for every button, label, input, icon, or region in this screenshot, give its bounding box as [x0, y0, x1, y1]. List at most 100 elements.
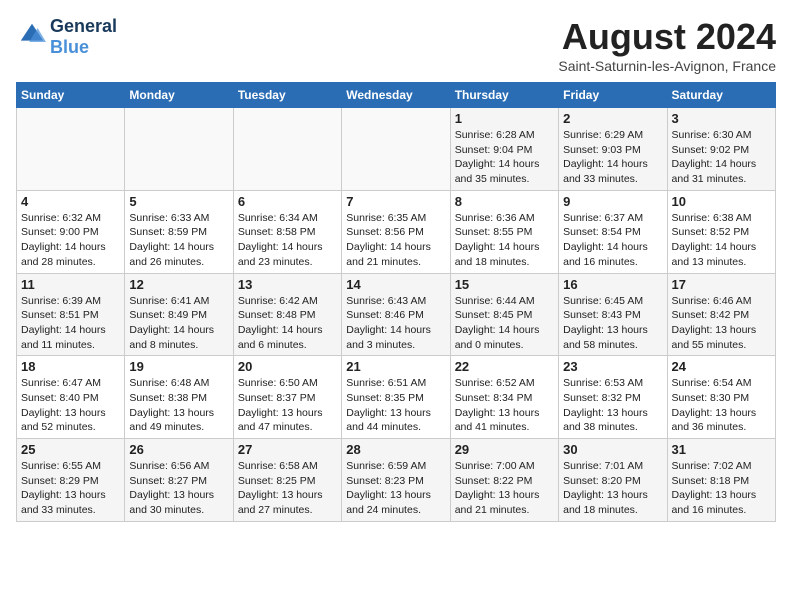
empty-cell	[125, 108, 233, 191]
day-info: Sunrise: 6:44 AMSunset: 8:45 PMDaylight:…	[455, 294, 554, 353]
day-number: 12	[129, 277, 228, 292]
day-number: 29	[455, 442, 554, 457]
day-info: Sunrise: 6:34 AMSunset: 8:58 PMDaylight:…	[238, 211, 337, 270]
calendar-day-21: 21 Sunrise: 6:51 AMSunset: 8:35 PMDayligh…	[342, 356, 450, 439]
day-info: Sunrise: 6:30 AMSunset: 9:02 PMDaylight:…	[672, 128, 771, 187]
day-number: 24	[672, 359, 771, 374]
day-number: 26	[129, 442, 228, 457]
calendar-week-row: 25 Sunrise: 6:55 AMSunset: 8:29 PMDayligh…	[17, 439, 776, 522]
day-info: Sunrise: 6:39 AMSunset: 8:51 PMDaylight:…	[21, 294, 120, 353]
day-number: 7	[346, 194, 445, 209]
empty-cell	[342, 108, 450, 191]
day-info: Sunrise: 6:55 AMSunset: 8:29 PMDaylight:…	[21, 459, 120, 518]
calendar-day-9: 9Sunrise: 6:37 AMSunset: 8:54 PMDaylight…	[559, 190, 667, 273]
calendar-day-27: 27Sunrise: 6:58 AMSunset: 8:25 PMDayligh…	[233, 439, 341, 522]
calendar-day-6: 6 Sunrise: 6:34 AMSunset: 8:58 PMDaylight…	[233, 190, 341, 273]
calendar-table: SundayMondayTuesdayWednesdayThursdayFrid…	[16, 82, 776, 522]
calendar-subtitle: Saint-Saturnin-les-Avignon, France	[558, 58, 776, 74]
calendar-day-23: 23 Sunrise: 6:53 AMSunset: 8:32 PMDayligh…	[559, 356, 667, 439]
day-info: Sunrise: 6:43 AMSunset: 8:46 PMDaylight:…	[346, 294, 445, 353]
calendar-day-1: 1 Sunrise: 6:28 AMSunset: 9:04 PMDaylight…	[450, 108, 558, 191]
day-number: 1	[455, 111, 554, 126]
day-number: 28	[346, 442, 445, 457]
calendar-day-20: 20Sunrise: 6:50 AMSunset: 8:37 PMDayligh…	[233, 356, 341, 439]
day-info: Sunrise: 6:47 AMSunset: 8:40 PMDaylight:…	[21, 376, 120, 435]
day-number: 5	[129, 194, 228, 209]
day-header-wednesday: Wednesday	[342, 83, 450, 108]
calendar-day-5: 5 Sunrise: 6:33 AMSunset: 8:59 PMDaylight…	[125, 190, 233, 273]
day-info: Sunrise: 6:28 AMSunset: 9:04 PMDaylight:…	[455, 128, 554, 187]
calendar-day-7: 7 Sunrise: 6:35 AMSunset: 8:56 PMDaylight…	[342, 190, 450, 273]
calendar-day-3: 3 Sunrise: 6:30 AMSunset: 9:02 PMDaylight…	[667, 108, 775, 191]
day-header-friday: Friday	[559, 83, 667, 108]
day-info: Sunrise: 6:36 AMSunset: 8:55 PMDaylight:…	[455, 211, 554, 270]
title-area: August 2024 Saint-Saturnin-les-Avignon, …	[558, 16, 776, 74]
day-info: Sunrise: 6:29 AMSunset: 9:03 PMDaylight:…	[563, 128, 662, 187]
day-number: 21	[346, 359, 445, 374]
day-number: 8	[455, 194, 554, 209]
day-header-sunday: Sunday	[17, 83, 125, 108]
day-number: 19	[129, 359, 228, 374]
calendar-day-31: 31 Sunrise: 7:02 AMSunset: 8:18 PMDayligh…	[667, 439, 775, 522]
day-info: Sunrise: 6:33 AMSunset: 8:59 PMDaylight:…	[129, 211, 228, 270]
day-header-saturday: Saturday	[667, 83, 775, 108]
day-info: Sunrise: 6:56 AMSunset: 8:27 PMDaylight:…	[129, 459, 228, 518]
day-info: Sunrise: 6:48 AMSunset: 8:38 PMDaylight:…	[129, 376, 228, 435]
calendar-week-row: 1 Sunrise: 6:28 AMSunset: 9:04 PMDaylight…	[17, 108, 776, 191]
logo-icon	[18, 21, 46, 49]
day-info: Sunrise: 7:01 AMSunset: 8:20 PMDaylight:…	[563, 459, 662, 518]
day-info: Sunrise: 6:54 AMSunset: 8:30 PMDaylight:…	[672, 376, 771, 435]
day-number: 11	[21, 277, 120, 292]
header: General Blue August 2024 Saint-Saturnin-…	[16, 16, 776, 74]
calendar-day-2: 2 Sunrise: 6:29 AMSunset: 9:03 PMDaylight…	[559, 108, 667, 191]
calendar-day-29: 29 Sunrise: 7:00 AMSunset: 8:22 PMDayligh…	[450, 439, 558, 522]
calendar-day-26: 26 Sunrise: 6:56 AMSunset: 8:27 PMDayligh…	[125, 439, 233, 522]
calendar-day-18: 18 Sunrise: 6:47 AMSunset: 8:40 PMDayligh…	[17, 356, 125, 439]
day-number: 31	[672, 442, 771, 457]
calendar-day-24: 24 Sunrise: 6:54 AMSunset: 8:30 PMDayligh…	[667, 356, 775, 439]
calendar-day-13: 13 Sunrise: 6:42 AMSunset: 8:48 PMDayligh…	[233, 273, 341, 356]
day-number: 30	[563, 442, 662, 457]
day-info: Sunrise: 6:53 AMSunset: 8:32 PMDaylight:…	[563, 376, 662, 435]
day-info: Sunrise: 6:46 AMSunset: 8:42 PMDaylight:…	[672, 294, 771, 353]
calendar-day-19: 19 Sunrise: 6:48 AMSunset: 8:38 PMDayligh…	[125, 356, 233, 439]
calendar-day-15: 15Sunrise: 6:44 AMSunset: 8:45 PMDayligh…	[450, 273, 558, 356]
empty-cell	[17, 108, 125, 191]
day-number: 23	[563, 359, 662, 374]
day-info: Sunrise: 7:00 AMSunset: 8:22 PMDaylight:…	[455, 459, 554, 518]
day-info: Sunrise: 6:42 AMSunset: 8:48 PMDaylight:…	[238, 294, 337, 353]
calendar-day-10: 10Sunrise: 6:38 AMSunset: 8:52 PMDayligh…	[667, 190, 775, 273]
calendar-day-25: 25 Sunrise: 6:55 AMSunset: 8:29 PMDayligh…	[17, 439, 125, 522]
day-header-tuesday: Tuesday	[233, 83, 341, 108]
day-info: Sunrise: 6:51 AMSunset: 8:35 PMDaylight:…	[346, 376, 445, 435]
calendar-day-8: 8 Sunrise: 6:36 AMSunset: 8:55 PMDaylight…	[450, 190, 558, 273]
day-number: 6	[238, 194, 337, 209]
calendar-title: August 2024	[558, 16, 776, 58]
day-header-thursday: Thursday	[450, 83, 558, 108]
day-number: 22	[455, 359, 554, 374]
day-number: 17	[672, 277, 771, 292]
day-info: Sunrise: 6:41 AMSunset: 8:49 PMDaylight:…	[129, 294, 228, 353]
day-number: 16	[563, 277, 662, 292]
calendar-day-17: 17 Sunrise: 6:46 AMSunset: 8:42 PMDayligh…	[667, 273, 775, 356]
day-info: Sunrise: 6:32 AMSunset: 9:00 PMDaylight:…	[21, 211, 120, 270]
day-info: Sunrise: 6:58 AMSunset: 8:25 PMDaylight:…	[238, 459, 337, 518]
calendar-week-row: 4Sunrise: 6:32 AMSunset: 9:00 PMDaylight…	[17, 190, 776, 273]
logo-blue: Blue	[50, 37, 117, 58]
day-number: 25	[21, 442, 120, 457]
day-info: Sunrise: 7:02 AMSunset: 8:18 PMDaylight:…	[672, 459, 771, 518]
day-info: Sunrise: 6:35 AMSunset: 8:56 PMDaylight:…	[346, 211, 445, 270]
day-number: 3	[672, 111, 771, 126]
day-number: 13	[238, 277, 337, 292]
day-number: 18	[21, 359, 120, 374]
day-number: 2	[563, 111, 662, 126]
calendar-day-4: 4Sunrise: 6:32 AMSunset: 9:00 PMDaylight…	[17, 190, 125, 273]
day-header-monday: Monday	[125, 83, 233, 108]
day-number: 10	[672, 194, 771, 209]
day-info: Sunrise: 6:45 AMSunset: 8:43 PMDaylight:…	[563, 294, 662, 353]
calendar-day-11: 11 Sunrise: 6:39 AMSunset: 8:51 PMDayligh…	[17, 273, 125, 356]
day-number: 9	[563, 194, 662, 209]
calendar-day-14: 14Sunrise: 6:43 AMSunset: 8:46 PMDayligh…	[342, 273, 450, 356]
calendar-week-row: 18 Sunrise: 6:47 AMSunset: 8:40 PMDayligh…	[17, 356, 776, 439]
calendar-day-16: 16 Sunrise: 6:45 AMSunset: 8:43 PMDayligh…	[559, 273, 667, 356]
